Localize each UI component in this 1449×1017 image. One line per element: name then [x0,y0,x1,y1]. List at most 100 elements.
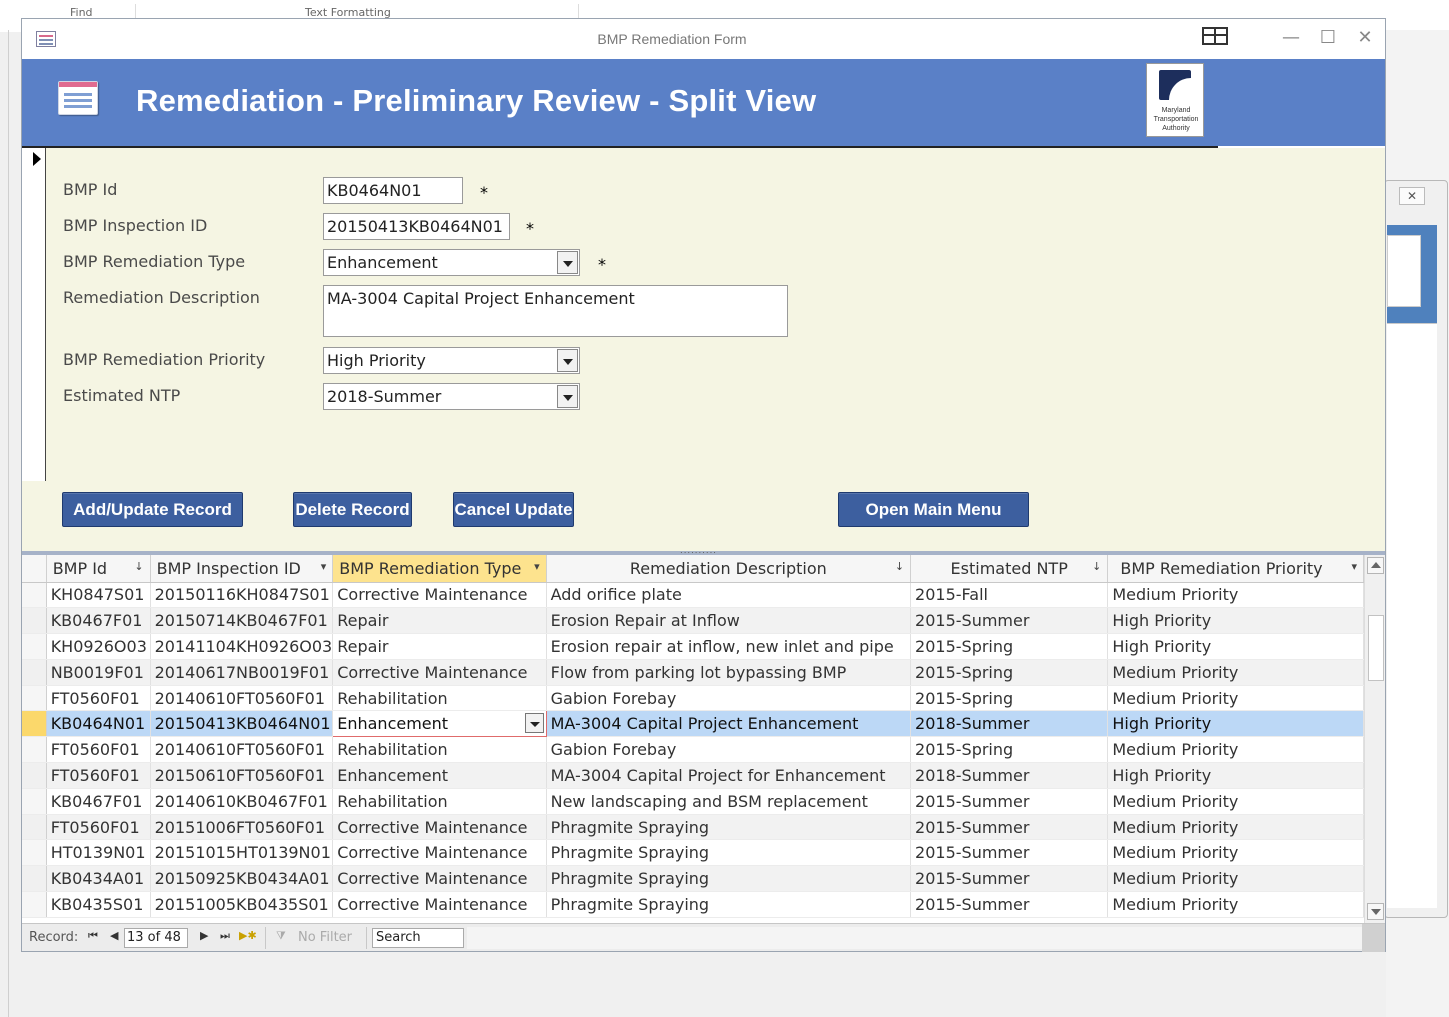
chevron-down-icon[interactable] [557,349,578,372]
cell-priority[interactable]: Medium Priority [1107,891,1364,918]
cell-bmp-id[interactable]: KB0435S01 [46,891,151,918]
cell-priority[interactable]: Medium Priority [1107,736,1364,764]
row-selector[interactable] [22,736,47,764]
cell-bmp-id[interactable]: KH0926O03 [46,633,151,660]
cell-priority[interactable]: Medium Priority [1107,685,1364,712]
row-selector[interactable] [22,633,47,660]
cell-remediation-type[interactable]: Enhancement [332,762,547,789]
cell-description[interactable]: Erosion repair at inflow, new inlet and … [546,633,912,660]
cell-inspection-id[interactable]: 20150925KB0434A01 [150,865,334,893]
vertical-scrollbar[interactable] [1364,555,1385,923]
next-record-icon[interactable]: ▶ [200,929,208,942]
cell-bmp-id[interactable]: NB0019F01 [46,659,151,686]
cell-priority[interactable]: Medium Priority [1107,788,1364,815]
sort-descending-icon[interactable]: ↓ [1092,560,1101,573]
close-icon[interactable]: ✕ [1399,187,1425,205]
row-selector[interactable] [22,607,47,635]
cell-description[interactable]: MA-3004 Capital Project Enhancement [546,710,912,738]
cell-remediation-type[interactable]: Corrective Maintenance [332,582,547,609]
split-view-icon[interactable] [1202,27,1228,45]
close-button[interactable]: ✕ [1349,24,1381,52]
cell-priority[interactable]: Medium Priority [1107,814,1364,841]
cell-priority[interactable]: High Priority [1107,607,1364,635]
maximize-button[interactable]: ☐ [1312,24,1344,52]
cell-priority[interactable]: Medium Priority [1107,839,1364,867]
cell-estimated-ntp[interactable]: 2018-Summer [910,710,1109,738]
cell-description[interactable]: Gabion Forebay [546,736,912,764]
scrollbar-thumb[interactable] [1368,615,1384,681]
cell-estimated-ntp[interactable]: 2015-Summer [910,607,1109,635]
column-header-remediation-type[interactable]: BMP Remediation Type ▾ [332,555,547,583]
table-row[interactable]: FT0560F01 20140610FT0560F01 Rehabilitati… [22,685,1364,712]
table-row[interactable]: KB0435S01 20151005KB0435S01 Corrective M… [22,891,1364,918]
cell-bmp-id[interactable]: KB0467F01 [46,607,151,635]
cell-inspection-id[interactable]: 20140617NB0019F01 [150,659,334,686]
scroll-up-icon[interactable] [1367,557,1384,574]
cell-description[interactable]: Phragmite Spraying [546,839,912,867]
table-row[interactable]: NB0019F01 20140617NB0019F01 Corrective M… [22,659,1364,686]
cell-remediation-type[interactable]: Repair [332,633,547,660]
bmp-remediation-priority-combo[interactable]: High Priority [323,347,580,374]
bmp-id-field[interactable]: KB0464N01 [323,177,463,204]
previous-record-icon[interactable]: ◀ [110,929,118,942]
scroll-down-icon[interactable] [1367,903,1384,920]
cell-estimated-ntp[interactable]: 2015-Spring [910,659,1109,686]
cell-bmp-id[interactable]: FT0560F01 [46,762,151,789]
cell-remediation-type[interactable]: Corrective Maintenance [332,839,547,867]
row-selector[interactable] [22,839,47,867]
row-selector[interactable] [22,814,47,841]
current-record-input[interactable]: 13 of 48 [124,928,188,948]
cell-inspection-id[interactable]: 20140610FT0560F01 [150,736,334,764]
cell-remediation-type[interactable]: Corrective Maintenance [332,865,547,893]
row-selector[interactable] [22,788,47,815]
cell-remediation-type[interactable]: Corrective Maintenance [332,891,547,918]
cell-priority[interactable]: High Priority [1107,633,1364,660]
cell-priority[interactable]: Medium Priority [1107,582,1364,609]
cell-inspection-id[interactable]: 20150116KH0847S01 [150,582,334,609]
cell-estimated-ntp[interactable]: 2015-Spring [910,685,1109,712]
estimated-ntp-combo[interactable]: 2018-Summer [323,383,580,410]
row-selector[interactable] [22,659,47,686]
cell-description[interactable]: New landscaping and BSM replacement [546,788,912,815]
cell-inspection-id[interactable]: 20150714KB0467F01 [150,607,334,635]
cell-priority[interactable]: Medium Priority [1107,659,1364,686]
cell-inspection-id[interactable]: 20150610FT0560F01 [150,762,334,789]
cell-remediation-type[interactable]: Repair [332,607,547,635]
dropdown-arrow-icon[interactable]: ▾ [534,560,540,573]
cell-remediation-type[interactable]: Rehabilitation [332,685,547,712]
cell-inspection-id[interactable]: 20150413KB0464N01 [150,710,334,738]
cell-priority[interactable]: High Priority [1107,710,1364,738]
cell-priority[interactable]: High Priority [1107,762,1364,789]
minimize-button[interactable]: — [1275,24,1307,52]
chevron-down-icon[interactable] [557,385,578,408]
cell-remediation-type[interactable]: Rehabilitation [332,788,547,815]
cell-remediation-type[interactable]: Corrective Maintenance [332,659,547,686]
secondary-form-window[interactable]: ✕ [1384,180,1448,918]
column-header-priority[interactable]: BMP Remediation Priority ▾ [1107,555,1364,583]
cell-bmp-id[interactable]: HT0139N01 [46,839,151,867]
table-row[interactable]: FT0560F01 20150610FT0560F01 Enhancement … [22,762,1364,789]
cell-inspection-id[interactable]: 20140610KB0467F01 [150,788,334,815]
cell-bmp-id[interactable]: KH0847S01 [46,582,151,609]
cell-estimated-ntp[interactable]: 2015-Spring [910,736,1109,764]
table-row[interactable]: KB0467F01 20140610KB0467F01 Rehabilitati… [22,788,1364,815]
cell-bmp-id[interactable]: KB0464N01 [46,710,151,738]
cell-bmp-id[interactable]: KB0434A01 [46,865,151,893]
cell-estimated-ntp[interactable]: 2015-Spring [910,633,1109,660]
bmp-remediation-type-combo[interactable]: Enhancement [323,249,580,276]
cell-remediation-type[interactable]: Corrective Maintenance [332,814,547,841]
last-record-icon[interactable]: ⏭ [220,929,230,943]
horizontal-scrollbar[interactable] [467,927,1362,949]
table-row[interactable]: KH0847S01 20150116KH0847S01 Corrective M… [22,582,1364,609]
open-main-menu-button[interactable]: Open Main Menu [838,492,1029,527]
cell-estimated-ntp[interactable]: 2015-Summer [910,891,1109,918]
cell-inspection-id[interactable]: 20140610FT0560F01 [150,685,334,712]
table-row[interactable]: KB0467F01 20150714KB0467F01 Repair Erosi… [22,607,1364,635]
chevron-down-icon[interactable] [557,251,578,274]
cell-description[interactable]: Gabion Forebay [546,685,912,712]
cell-bmp-id[interactable]: FT0560F01 [46,814,151,841]
row-selector[interactable] [22,762,47,789]
cell-estimated-ntp[interactable]: 2018-Summer [910,762,1109,789]
cell-description[interactable]: Phragmite Spraying [546,891,912,918]
search-input[interactable]: Search [372,928,464,948]
